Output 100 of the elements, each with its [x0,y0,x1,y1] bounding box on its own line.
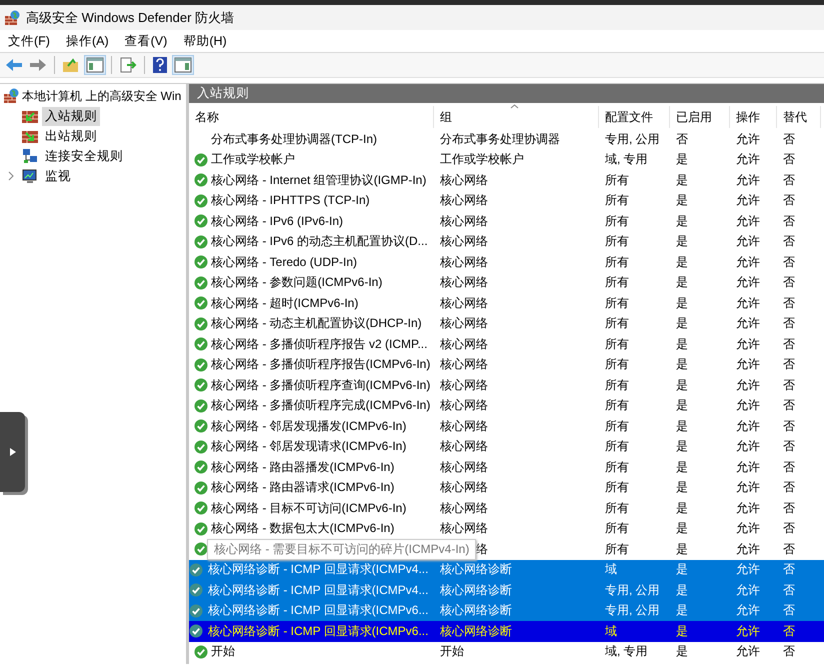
table-cell-text: 否 [782,582,796,599]
table-cell-text: 否 [782,438,796,456]
table-cell-text: 所有 [604,479,630,496]
table-cell-text: 是 [675,438,689,456]
menu-item[interactable]: 操作(A) [58,32,117,50]
table-row[interactable]: 核心网络 - 多播侦听程序报告 v2 (ICMP... 核心网络 所有 是 允许 否 [189,334,824,354]
table-cell-text: 所有 [604,356,630,374]
table-cell-text: 所有 [604,254,630,271]
table-row[interactable]: 核心网络 - 多播侦听程序报告(ICMPv6-In) 核心网络 所有 是 允许 否 [189,354,824,375]
table-cell: 核心网络 - 邻居发现请求(ICMPv6-In) [211,438,406,456]
window-title: 高级安全 Windows Defender 防火墙 [26,8,234,26]
table-row[interactable]: 核心网络 - Internet 组管理协议(IGMP-In) 核心网络 所有 是 允许 否 [189,170,824,190]
table-row[interactable]: 核心网络诊断 - ICMP 回显请求(ICMPv4... 核心网络诊断 专用, 公用 是 允许 否 [189,580,824,600]
menu-item[interactable]: 帮助(H) [175,32,235,50]
table-row[interactable]: 核心网络诊断 - ICMP 回显请求(ICMPv4... 核心网络诊断 域 是 允许 否 [189,560,824,580]
panel-title: 入站规则 [189,84,824,103]
table-cell-text: 域, 专用 [604,151,649,168]
table-row[interactable]: 核心网络 - Teredo (UDP-In) 核心网络 所有 是 允许 否 [189,252,824,272]
table-cell-text: 是 [675,622,689,640]
firewall-outbound-icon [22,129,38,143]
table-row[interactable]: 核心网络 - 多播侦听程序查询(ICMPv6-In) 核心网络 所有 是 允许 否 [189,375,824,396]
table-cell-text: 否 [782,540,796,558]
monitor-icon [22,168,38,184]
menu-item[interactable]: 查看(V) [116,32,176,50]
expand-icon[interactable] [8,171,14,181]
menu-item[interactable]: 文件(F) [0,32,58,50]
app-icon [4,10,20,26]
tree-item[interactable]: 出站规则 [42,126,100,146]
tree-item[interactable]: 连接安全规则 [42,146,126,166]
tooltip: 核心网络 - 需要目标不可访问的碎片(ICMPv4-In) [207,539,476,560]
forward-button[interactable] [28,56,48,74]
show-action-pane-button[interactable] [173,56,193,74]
table-cell-text: 否 [782,458,796,476]
table-row[interactable]: 核心网络 - 动态主机配置协议(DHCP-In) 核心网络 所有 是 允许 否 [189,314,824,334]
table-cell-text: 允许 [735,151,761,168]
table-cell: 核心网络 [440,458,488,476]
tree-root[interactable]: 本地计算机 上的高级安全 Win [22,88,182,104]
table-cell-text: 专用, 公用 [604,582,661,599]
table-cell: 核心网络 [440,418,488,435]
table-cell-text: 否 [782,336,796,353]
table-cell-text: 是 [675,151,689,168]
table-cell-text: 否 [782,254,796,271]
table-row[interactable]: 核心网络 - 邻居发现播发(ICMPv6-In) 核心网络 所有 是 允许 否 [189,416,824,436]
table-cell-text: 否 [675,130,689,148]
table-cell: 核心网络 - 目标不可访问(ICMPv6-In) [211,500,406,517]
table-cell-text: 所有 [604,458,630,476]
table-row[interactable]: 核心网络诊断 - ICMP 回显请求(ICMPv6... 核心网络诊断 专用, 公用 是 允许 否 [189,600,824,621]
table-cell-text: 所有 [604,212,630,230]
table-cell: 核心网络 [440,520,488,538]
table-row[interactable]: 核心网络 - 目标不可访问(ICMPv6-In) 核心网络 所有 是 允许 否 [189,498,824,518]
table-cell: 工作或学校帐户 [211,151,295,168]
up-folder-button[interactable] [61,56,81,74]
table-row[interactable]: 核心网络 - IPv6 (IPv6-In) 核心网络 所有 是 允许 否 [189,211,824,232]
tree-item[interactable]: 入站规则 [42,106,100,126]
table-row[interactable]: 核心网络 - 超时(ICMPv6-In) 核心网络 所有 是 允许 否 [189,293,824,314]
table-row[interactable]: 核心网络 - 多播侦听程序完成(ICMPv6-In) 核心网络 所有 是 允许 否 [189,396,824,416]
table-cell-text: 否 [782,500,796,517]
table-cell-text: 否 [782,151,796,168]
table-cell-text: 否 [782,315,796,332]
table-row[interactable]: 分布式事务处理协调器(TCP-In) 分布式事务处理协调器 专用, 公用 否 允许 否 [189,129,824,150]
table-cell-text: 允许 [735,172,761,189]
table-cell-text: 允许 [735,540,761,558]
table-cell: 核心网络 [440,192,488,210]
table-row[interactable]: 开始 开始 域, 专用 是 允许 否 [189,642,824,662]
table-cell: 核心网络 - 动态主机配置协议(DHCP-In) [211,315,422,332]
table-cell-text: 允许 [735,274,761,292]
table-row[interactable]: 核心网络 - 参数问题(ICMPv6-In) 核心网络 所有 是 允许 否 [189,272,824,293]
table-row[interactable]: 核心网络诊断 - ICMP 回显请求(ICMPv6... 核心网络诊断 域 是 允许 否 [189,621,824,642]
table-row[interactable]: 核心网络 - 需要目标不可访问的碎片(ICMPv4-In) 络 所有 是 允许 否 [189,539,824,560]
table-cell-text: 专用, 公用 [604,602,661,620]
table-row[interactable]: 工作或学校帐户 工作或学校帐户 域, 专用 是 允许 否 [189,150,824,170]
table-cell-text: 否 [782,520,796,538]
table-cell-text: 所有 [604,192,630,210]
table-cell: 核心网络 - 多播侦听程序完成(ICMPv6-In) [211,397,430,414]
table-cell-text: 是 [675,254,689,271]
table-cell-text: 域 [604,622,618,640]
table-cell: 开始 [211,643,235,660]
export-button[interactable] [118,56,138,74]
help-button[interactable] [151,55,169,75]
table-cell-text: 否 [782,643,796,660]
table-cell-text: 所有 [604,418,630,435]
table-row[interactable]: 核心网络 - IPv6 的动态主机配置协议(D... 核心网络 所有 是 允许 否 [189,232,824,252]
back-button[interactable] [4,56,24,74]
table-row[interactable]: 核心网络 - IPHTTPS (TCP-In) 核心网络 所有 是 允许 否 [189,190,824,211]
table-cell-text: 所有 [604,274,630,292]
table-cell-text: 是 [675,479,689,496]
table-cell-text: 是 [675,192,689,210]
table-cell: 核心网络 [440,294,488,312]
table-cell-text: 允许 [735,561,761,578]
table-row[interactable]: 核心网络 - 数据包太大(ICMPv6-In) 核心网络 所有 是 允许 否 [189,518,824,539]
table-cell: 核心网络 - 多播侦听程序查询(ICMPv6-In) [211,376,430,394]
table-cell: 开始 [440,643,464,660]
side-panel-handle[interactable] [0,412,25,492]
show-tree-button[interactable] [85,56,105,74]
table-cell: 核心网络 - 路由器请求(ICMPv6-In) [211,479,394,496]
tree-item[interactable]: 监视 [42,166,74,186]
table-row[interactable]: 核心网络 - 路由器请求(ICMPv6-In) 核心网络 所有 是 允许 否 [189,478,824,498]
table-row[interactable]: 核心网络 - 邻居发现请求(ICMPv6-In) 核心网络 所有 是 允许 否 [189,436,824,457]
table-row[interactable]: 核心网络 - 路由器播发(ICMPv6-In) 核心网络 所有 是 允许 否 [189,457,824,478]
table-cell-text: 否 [782,212,796,230]
